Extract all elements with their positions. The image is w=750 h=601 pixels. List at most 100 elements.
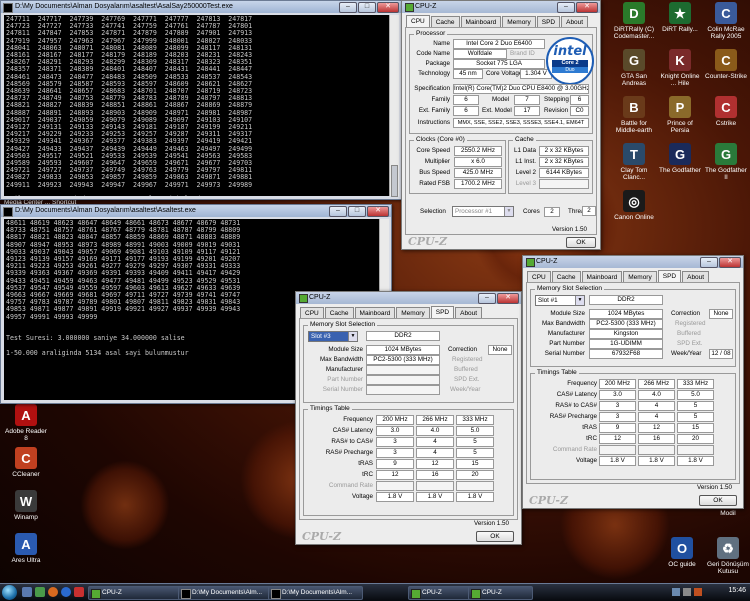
desktop-icon[interactable]: B Battle for Middle-earth — [612, 96, 656, 134]
module-size-label: Module Size — [550, 310, 585, 317]
taskbar-button[interactable]: CPU-Z — [408, 586, 473, 600]
desktop-icon[interactable]: G The Godfather — [658, 143, 702, 174]
desktop-icon[interactable]: C Cstrike — [704, 96, 748, 127]
taskbar-button-label: CPU-Z — [102, 589, 122, 596]
timing-row-label: RAS# to CAS# — [555, 402, 597, 409]
module-size-value: 1024 MBytes — [366, 345, 440, 355]
desktop-icon[interactable]: G The Godfather II — [704, 143, 748, 181]
minimize-button[interactable]: – — [478, 293, 496, 304]
maximize-button[interactable]: □ — [348, 206, 366, 217]
console-line: 249911 249923 249943 249947 249967 24997… — [6, 180, 253, 189]
desktop-icon[interactable]: ◎ Canon Online — [612, 190, 656, 221]
desktop-icon[interactable]: A Adobe Reader 8 — [4, 404, 48, 442]
desktop-icon-label: Battle for Middle-earth — [615, 120, 653, 134]
quicklaunch-ie-icon[interactable] — [61, 587, 71, 597]
cpuz-window-cpu[interactable]: CPU-Z – ✕ CPU Cache Mainboard Memory SPD … — [401, 0, 601, 250]
timing-cell: 1.8 V — [677, 456, 714, 466]
console-window-primes-250000[interactable]: D:\My Documents\Alman Dosyalarım\asaltes… — [0, 0, 402, 200]
minimize-button[interactable]: – — [557, 2, 575, 13]
slot-select[interactable]: Slot #3 ▼ — [308, 331, 358, 342]
processor-select[interactable]: Processor #1 ▼ — [452, 206, 514, 217]
timing-cell — [376, 481, 414, 491]
desktop-icon[interactable]: D DiRTRally (C) Codemaster... — [612, 2, 656, 40]
window-title: D:\My Documents\Alman Dosyalarım\asaltes… — [15, 207, 196, 214]
cpuz-app-icon — [91, 589, 101, 599]
group-label: Cache — [513, 136, 536, 143]
taskbar-button[interactable]: D:\My Documents\Alm... — [178, 586, 273, 600]
quicklaunch-switch-windows-icon[interactable] — [35, 587, 45, 597]
timing-cell: 333 MHz — [677, 379, 714, 389]
ok-button[interactable]: OK — [566, 237, 596, 248]
brand-id-label: Brand ID — [510, 50, 535, 57]
slot-select[interactable]: Slot #1 ▼ — [535, 295, 585, 306]
quicklaunch-media-icon[interactable] — [74, 587, 84, 597]
package-label: Package — [425, 60, 450, 67]
volume-icon[interactable] — [683, 588, 691, 596]
window-titlebar[interactable]: D:\My Documents\Alman Dosyalarım\asaltes… — [1, 205, 391, 217]
maximize-button[interactable]: □ — [358, 2, 376, 13]
desktop-icon[interactable]: C CCleaner — [4, 447, 48, 478]
close-button[interactable]: ✕ — [377, 2, 399, 13]
vertical-scrollbar[interactable] — [389, 15, 399, 197]
desktop-icon[interactable]: ★ DiRT Rally... — [658, 2, 702, 33]
taskbar-button[interactable]: D:\My Documents\Alm... — [268, 586, 363, 600]
minimize-button[interactable]: – — [339, 2, 357, 13]
desktop-icon-label: Ares Ultra — [11, 557, 41, 564]
desktop-icon[interactable]: O OC guide — [660, 537, 704, 568]
desktop-icon[interactable]: ♻ Geri Dönüşüm Kutusu — [706, 537, 750, 575]
group-label: Memory Slot Selection — [535, 285, 605, 292]
desktop-icon[interactable]: T Clay Tom Clanc... — [612, 143, 656, 181]
tray-app-icon[interactable] — [694, 588, 702, 596]
stepping-value: 6 — [570, 95, 589, 105]
network-icon[interactable] — [672, 588, 680, 596]
chevron-down-icon: ▼ — [348, 332, 357, 341]
cpuz-window-spd-slot1[interactable]: CPU-Z – ✕ CPU Cache Mainboard Memory SPD … — [522, 255, 744, 509]
quicklaunch-show-desktop-icon[interactable] — [22, 587, 32, 597]
minimize-button[interactable]: – — [329, 206, 347, 217]
close-button[interactable]: ✕ — [719, 257, 741, 268]
window-title: CPU-Z — [415, 3, 437, 10]
chevron-down-icon: ▼ — [575, 296, 584, 305]
ok-button[interactable]: OK — [699, 495, 737, 506]
timing-cell: 1.8 V — [376, 492, 414, 502]
desktop-icon[interactable]: P Prince of Persia — [658, 96, 702, 134]
desktop-icon[interactable]: K Knight Online ... Hile — [658, 49, 702, 87]
timing-cell: 1.8 V — [416, 492, 454, 502]
taskbar-button[interactable]: CPU-Z — [468, 586, 533, 600]
memory-slot-group: Memory Slot Selection Slot #3 ▼ DDR2 Mod… — [303, 321, 514, 403]
desktop-icon-label: Cstrike — [715, 120, 737, 127]
desktop-icon[interactable]: W Winamp — [4, 490, 48, 521]
timing-cell: 3.0 — [376, 426, 414, 436]
module-size-label: Module Size — [328, 346, 363, 353]
cores-label: Cores — [523, 208, 540, 215]
buffered-label: Buffered — [677, 330, 701, 337]
quicklaunch-firefox-icon[interactable] — [48, 587, 58, 597]
timing-cell: 9 — [599, 423, 636, 433]
close-button[interactable]: ✕ — [576, 2, 598, 13]
cpuz-app-icon — [411, 589, 421, 599]
desktop-icon[interactable]: C Colin McRae Rally 2005 — [704, 2, 748, 40]
window-titlebar[interactable]: D:\My Documents\Alman Dosyalarım\asaltes… — [1, 1, 401, 13]
window-titlebar[interactable]: CPU-Z – ✕ — [296, 292, 521, 304]
week-year-label: Week/Year — [450, 386, 481, 393]
scrollbar-thumb[interactable] — [391, 165, 398, 197]
threads-value-box: 2 — [582, 206, 596, 216]
desktop-icon[interactable]: C Counter-Strike — [704, 49, 748, 80]
taskbar-button-label: CPU-Z — [482, 589, 502, 596]
cpuz-window-spd-slot3[interactable]: CPU-Z – ✕ CPU Cache Mainboard Memory SPD … — [295, 291, 522, 545]
app-icon: A — [15, 533, 37, 555]
window-titlebar[interactable]: CPU-Z – ✕ — [523, 256, 743, 268]
close-button[interactable]: ✕ — [497, 293, 519, 304]
taskbar-button[interactable]: CPU-Z — [88, 586, 183, 600]
close-button[interactable]: ✕ — [367, 206, 389, 217]
start-button[interactable] — [2, 585, 17, 600]
clock[interactable]: 15:46 — [728, 587, 746, 594]
window-titlebar[interactable]: CPU-Z – ✕ — [402, 1, 600, 13]
timing-cell: 3 — [376, 448, 414, 458]
desktop-icon-modil[interactable]: Modil — [706, 510, 750, 517]
desktop-icon[interactable]: A Ares Ultra — [4, 533, 48, 564]
minimize-button[interactable]: – — [700, 257, 718, 268]
buffered-label: Buffered — [454, 366, 478, 373]
ok-button[interactable]: OK — [476, 531, 514, 542]
desktop-icon[interactable]: G GTA San Andreas — [612, 49, 656, 87]
